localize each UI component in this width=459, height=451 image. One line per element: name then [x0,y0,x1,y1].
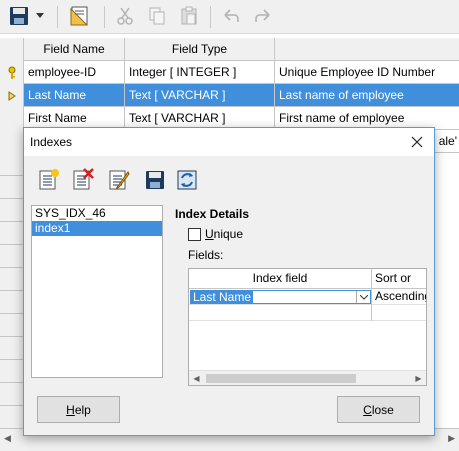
column-header-field-type[interactable]: Field Type [125,38,275,61]
index-field-cell[interactable] [189,305,372,321]
sort-order-cell[interactable]: Ascending [372,289,426,305]
cut-button[interactable] [112,3,138,29]
paste-button[interactable] [176,3,202,29]
row-handle[interactable] [0,337,24,360]
copy-button[interactable] [144,3,170,29]
paste-icon [181,6,197,25]
index-field-value: Last Name [191,290,254,304]
field-type-cell[interactable]: Text [ VARCHAR ] [125,84,275,107]
row-handle[interactable] [0,107,24,130]
cut-icon [117,7,133,25]
scroll-right-icon[interactable]: ▶ [411,371,426,385]
toolbar-divider [210,6,211,28]
delete-index-button[interactable] [70,167,96,193]
help-button[interactable]: Help [37,396,120,423]
index-design-icon [70,6,89,26]
toolbar-divider [57,6,58,28]
index-field-dropdown-button[interactable] [356,291,370,303]
help-button-label: elp [74,402,91,417]
rename-index-button[interactable] [106,167,132,193]
index-details-heading: Index Details [175,207,250,221]
unique-label[interactable]: Unique [205,227,243,241]
save-index-button[interactable] [142,167,168,193]
rename-index-icon [109,170,130,190]
description-cell[interactable]: Unique Employee ID Number [275,61,459,84]
current-row-arrow-icon [8,90,16,101]
indexes-dialog: Indexes SYS_IDX_46 index1 Index Details … [23,127,435,436]
scroll-right-icon[interactable]: ▶ [448,433,455,444]
row-handle-header [0,38,24,61]
main-toolbar [0,0,459,34]
dialog-title-bar[interactable]: Indexes [24,128,434,156]
index-list-item-selected[interactable]: index1 [32,221,162,236]
dialog-title: Indexes [30,135,73,149]
row-handle[interactable] [0,222,24,245]
reset-index-icon [177,170,197,190]
save-icon [10,7,28,25]
row-handle[interactable] [0,268,24,291]
scroll-left-icon[interactable]: ◀ [189,371,204,385]
row-handle[interactable] [0,153,24,176]
chevron-down-icon [36,13,44,18]
table-row[interactable]: Last Name Ascending [189,289,426,305]
copy-icon [149,7,165,25]
undo-icon [224,9,239,22]
redo-icon [255,9,270,22]
unique-checkbox[interactable] [188,228,201,241]
new-index-button[interactable] [36,167,62,193]
reset-index-button[interactable] [174,167,200,193]
index-fields-table: Index field Sort or Last Name Ascending … [188,268,427,386]
field-name-cell[interactable]: Last Name [24,84,125,107]
column-header-sort-order[interactable]: Sort or [372,269,426,289]
row-handle[interactable] [0,245,24,268]
index-list-item[interactable]: SYS_IDX_46 [32,206,162,221]
scrollbar-thumb[interactable] [206,374,356,383]
chevron-down-icon [359,294,368,300]
close-button-label: lose [371,402,394,417]
row-handle[interactable] [0,383,24,406]
dialog-close-button[interactable] [400,128,434,156]
column-header-field-name[interactable]: Field Name [24,38,125,61]
row-handle[interactable] [0,61,24,84]
save-index-icon [146,171,164,189]
table-row-empty[interactable] [189,305,426,321]
index-field-cell[interactable]: Last Name [189,289,372,305]
row-handle[interactable] [0,314,24,337]
save-dropdown-button[interactable] [34,3,46,29]
close-icon [411,136,423,148]
index-field-combobox[interactable]: Last Name [190,290,371,304]
delete-index-icon [73,168,94,190]
row-handle[interactable] [0,84,24,107]
column-header-index-field[interactable]: Index field [189,269,372,289]
primary-key-icon [8,66,15,79]
table-row-selected[interactable]: Last Name Text [ VARCHAR ] Last name of … [0,84,459,107]
unique-label-rest: nique [213,227,244,241]
undo-button[interactable] [218,3,244,29]
new-index-icon [39,169,59,190]
redo-button[interactable] [250,3,276,29]
description-cell[interactable]: Last name of employee [275,84,459,107]
row-handle[interactable] [0,199,24,222]
index-design-button[interactable] [66,3,94,29]
toolbar-divider [104,6,105,28]
field-type-cell[interactable]: Integer [ INTEGER ] [125,61,275,84]
fields-table-header: Index field Sort or [189,269,426,289]
table-row[interactable]: employee-ID Integer [ INTEGER ] Unique E… [0,61,459,84]
fields-label: Fields: [188,248,224,262]
row-handle[interactable] [0,406,24,429]
row-handle[interactable] [0,130,24,153]
save-button[interactable] [6,3,32,29]
scroll-left-icon[interactable]: ◀ [4,433,11,444]
row-handle[interactable] [0,291,24,314]
field-name-cell[interactable]: employee-ID [24,61,125,84]
row-handle[interactable] [0,176,24,199]
close-button[interactable]: Close [337,396,420,423]
sort-order-cell[interactable] [372,305,426,321]
fields-horizontal-scrollbar[interactable]: ◀ ▶ [189,370,426,385]
grid-header-row: Field Name Field Type [0,38,459,61]
index-list[interactable]: SYS_IDX_46 index1 [31,205,163,378]
column-header-description[interactable] [275,38,459,61]
row-handle[interactable] [0,360,24,383]
